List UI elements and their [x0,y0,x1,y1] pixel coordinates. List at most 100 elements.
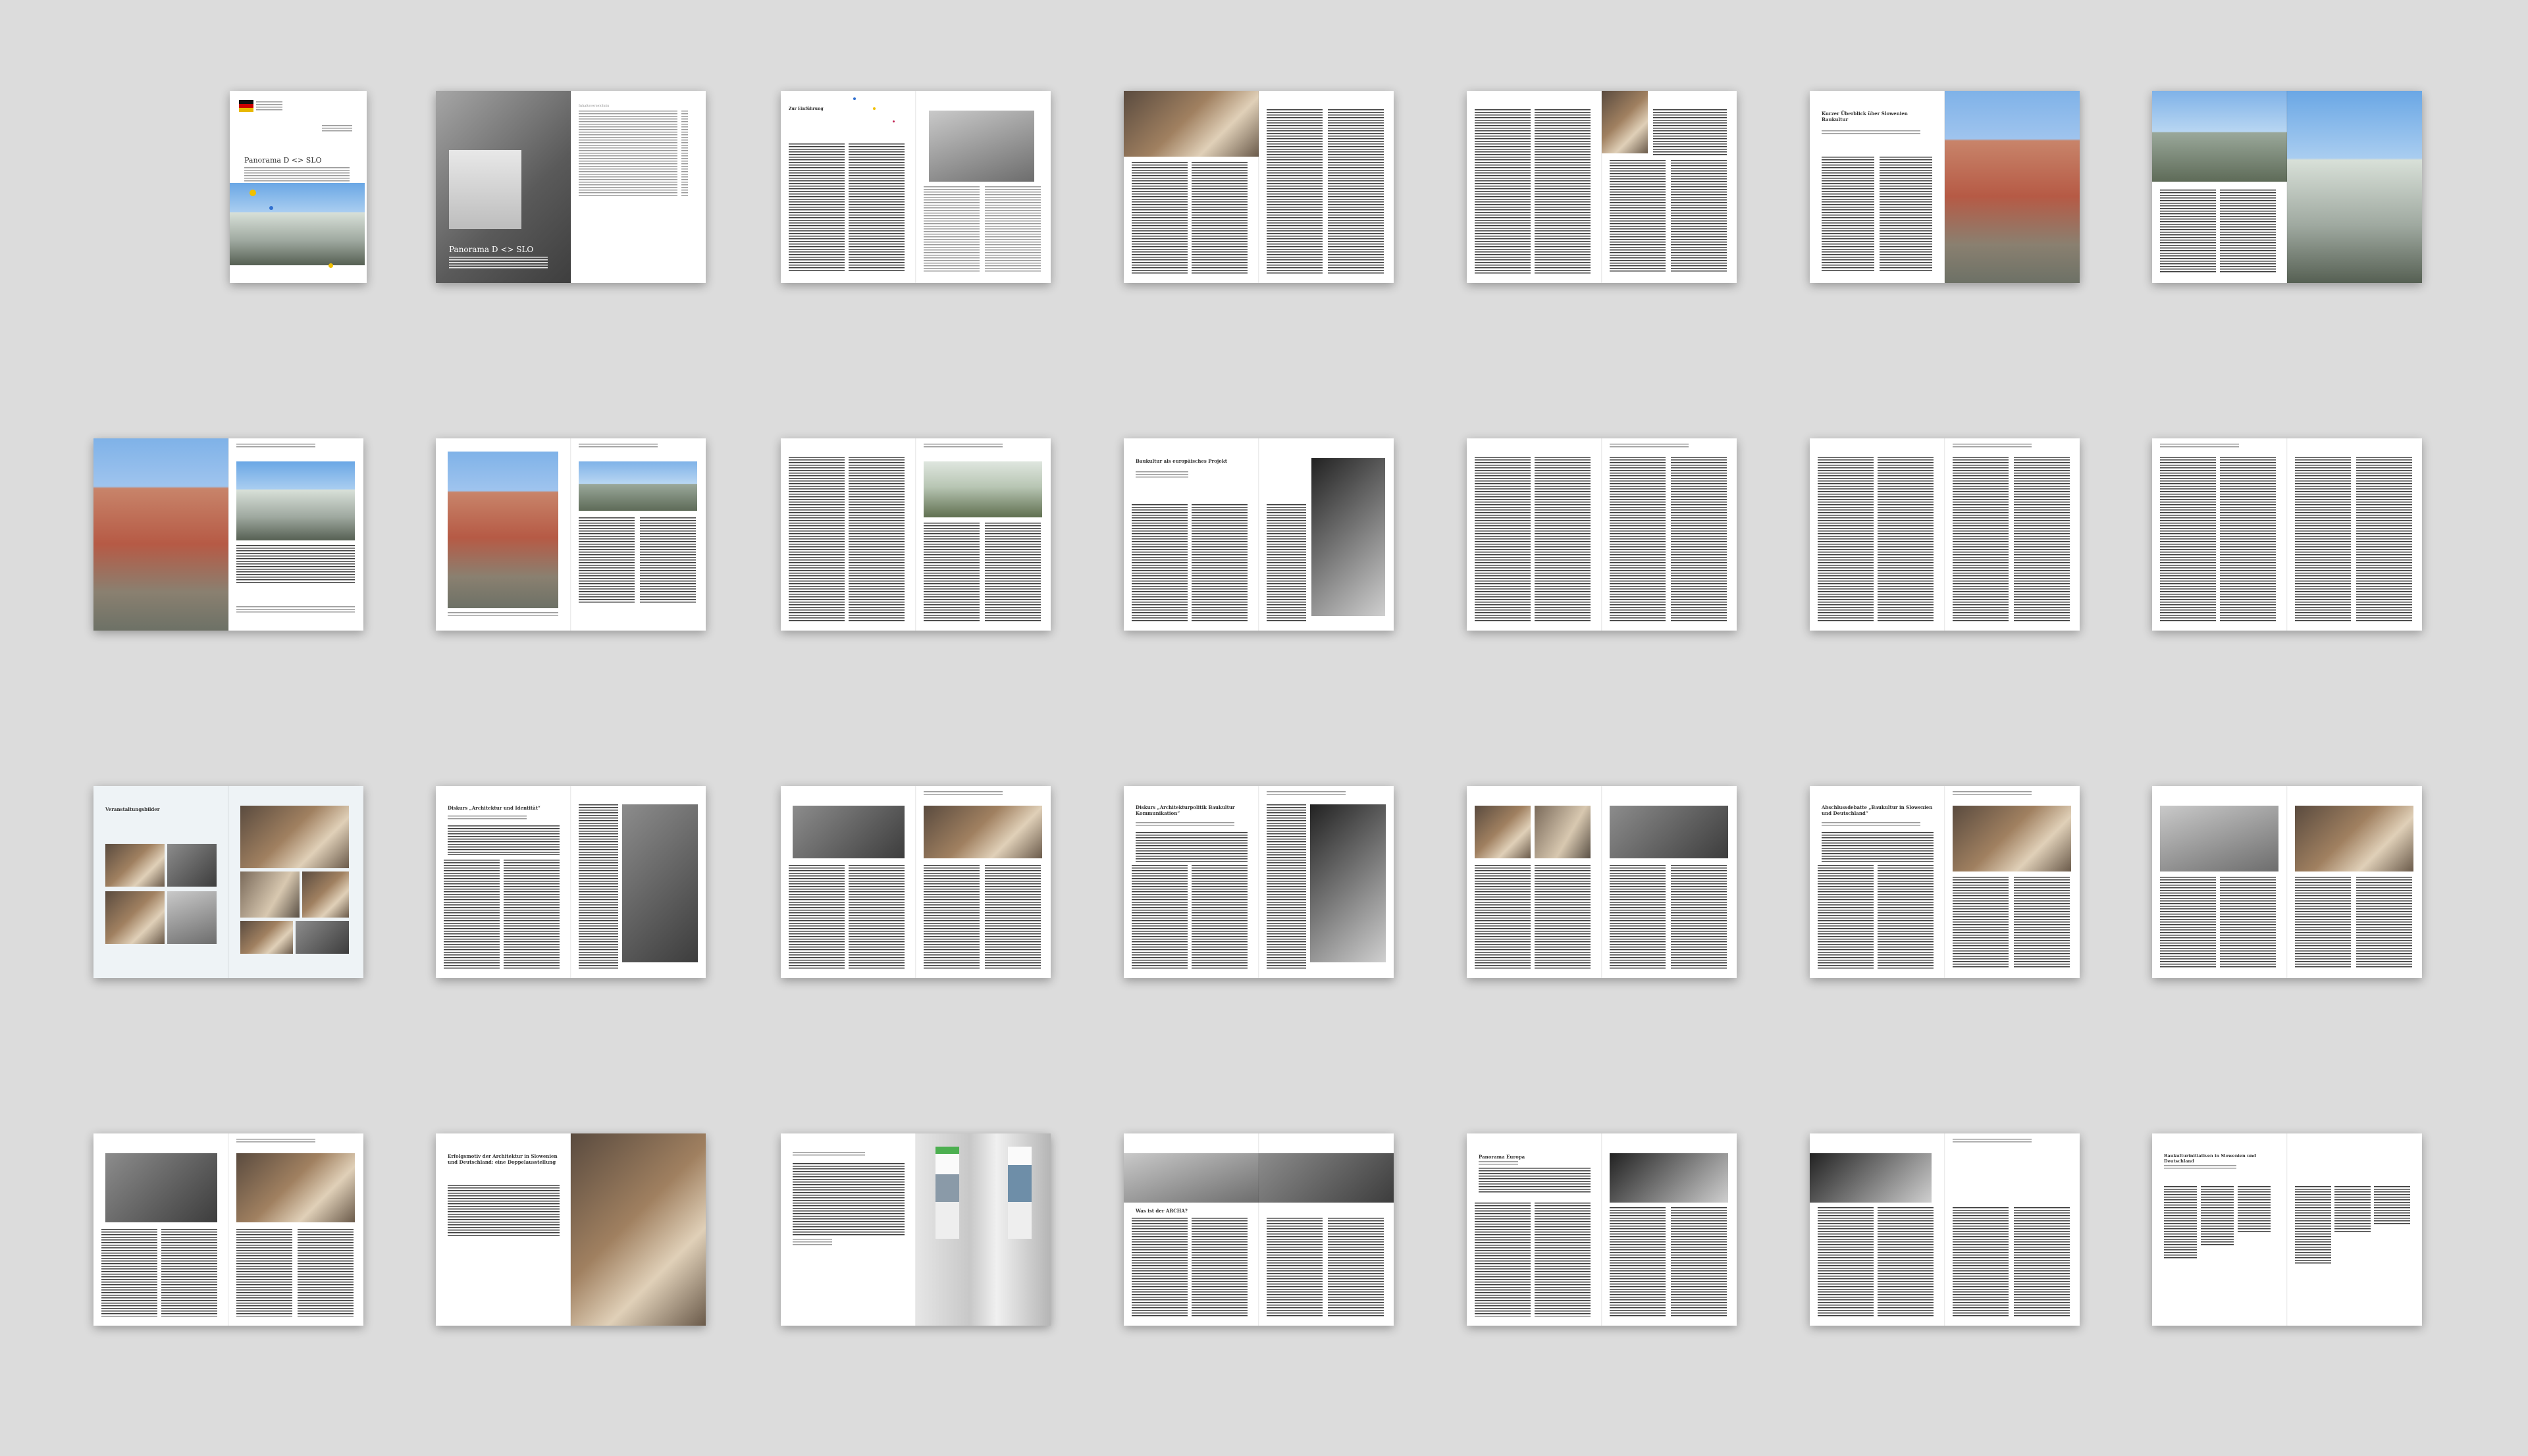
photo [1610,1153,1728,1203]
page-right [1259,1133,1394,1326]
page-right [571,438,706,631]
spread-20[interactable]: Abschlussdebatte „Baukultur in Slowenien… [1810,786,2080,978]
byline [1822,130,1920,136]
text-column [1671,160,1727,273]
spread-19[interactable] [1467,786,1737,978]
logo-icon [239,100,253,112]
spread-18[interactable]: Diskurs „Architekturpolitik Baukultur Ko… [1124,786,1394,978]
page-right [1945,438,2080,631]
page-left: Panorama Europa [1467,1133,1602,1326]
heading: Baukultur als europäisches Projekt [1136,458,1227,464]
text-column [924,186,980,272]
text-column [1475,1203,1531,1316]
page-right [2287,1133,2422,1326]
spread-22[interactable] [93,1133,363,1326]
spread-5[interactable] [1467,91,1737,283]
text-column [579,804,618,969]
text-column [1878,1207,1934,1316]
text-column [2014,457,2070,621]
page-left [1467,438,1602,631]
heading: Abschlussdebatte „Baukultur in Slowenien… [1822,804,1933,816]
spread-25[interactable]: Was ist der ARCHA? [1124,1133,1394,1326]
photo [929,111,1034,182]
text-column [2160,190,2216,274]
spread-11[interactable]: Baukultur als europäisches Projekt [1124,438,1394,631]
photo [793,806,905,858]
text-column [298,1229,354,1316]
spread-7[interactable] [2152,91,2422,283]
text-column [640,517,696,603]
heading: Erfolgsmotiv der Architektur in Slowenie… [448,1153,558,1165]
text-column [1610,865,1666,969]
spread-26[interactable]: Panorama Europa [1467,1133,1737,1326]
page-left [2152,438,2287,631]
spread-27[interactable] [1810,1133,2080,1326]
spread-2[interactable]: Panorama D <> SLO Inhaltsverzeichnis [436,91,706,283]
spread-9[interactable] [436,438,706,631]
text-column [1953,457,2009,621]
text-column [2220,190,2276,274]
text-column [1880,157,1932,272]
spread-21[interactable] [2152,786,2422,978]
page-right [1602,438,1737,631]
photo [167,844,217,887]
page-right [571,1133,706,1326]
spread-10[interactable] [781,438,1051,631]
subheading [448,816,527,819]
text-column [1953,1207,2009,1316]
spread-16[interactable]: Diskurs „Architektur und Identität“ [436,786,706,978]
text-column [2160,457,2216,621]
photo [167,891,217,944]
byline [1136,471,1188,479]
page-left [1810,1133,1945,1326]
page-right [916,1133,1051,1326]
spread-14[interactable] [2152,438,2422,631]
spread-28[interactable]: Baukulturinitiativen in Slowenien und De… [2152,1133,2422,1326]
spread-4[interactable] [1124,91,1394,283]
spread-6[interactable]: Kurzer Überblick über Slowenien Baukultu… [1810,91,2080,283]
subtitle [449,257,548,269]
text-column [849,457,905,621]
text-column [579,517,635,603]
photo [1610,806,1728,858]
spread-8[interactable] [93,438,363,631]
spread-12[interactable] [1467,438,1737,631]
page-right [1259,91,1394,283]
text-column [985,865,1041,969]
photo [1535,806,1591,858]
photo-speaker [1311,458,1385,616]
spread-13[interactable] [1810,438,2080,631]
heading: Was ist der ARCHA? [1136,1208,1188,1214]
page-left: Abschlussdebatte „Baukultur in Slowenien… [1810,786,1945,978]
running-head [579,444,658,449]
spread-17[interactable] [781,786,1051,978]
photo-speaker [622,804,698,962]
text-block [236,545,355,585]
photo-speaker [236,1153,355,1222]
text-column [2295,877,2351,969]
page-left [93,1133,228,1326]
text-column [1822,157,1874,272]
text-column [101,1229,157,1316]
photo-tower [2287,91,2422,283]
spread-15[interactable]: Veranstaltungsbilder [93,786,363,978]
spread-3[interactable]: Zur Einführung [781,91,1051,283]
running-head [924,791,1003,796]
spread-23[interactable]: Erfolgsmotiv der Architektur in Slowenie… [436,1133,706,1326]
subheading [1822,822,1920,826]
page-right [1259,786,1394,978]
spread-1-cover[interactable]: Panorama D <> SLO [230,91,367,283]
running-head [924,444,1003,449]
page-left [1810,438,1945,631]
text-column [2356,877,2412,969]
text-column [2160,877,2216,969]
text-column [2295,457,2351,621]
page-right: Inhaltsverzeichnis [571,91,706,283]
caption [236,606,355,613]
page-right [1602,786,1737,978]
photo-audience [1124,91,1259,157]
publisher-text [322,125,352,132]
text-column [1878,865,1934,969]
caption [448,612,558,617]
spread-24[interactable] [781,1133,1051,1326]
